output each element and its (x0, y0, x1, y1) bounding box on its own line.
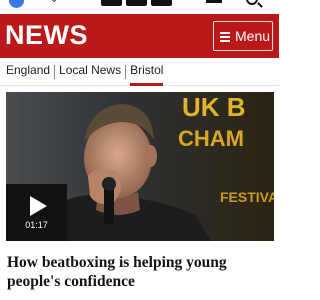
background-text-line: CHAM (178, 126, 244, 151)
breadcrumb-nav: England Local News Bristol (0, 58, 279, 86)
news-logo[interactable]: NEWS (5, 20, 88, 51)
nav-item-england[interactable]: England (6, 58, 54, 86)
nav-item-bristol[interactable]: Bristol (126, 58, 167, 86)
menu-button[interactable]: Menu (213, 21, 273, 51)
play-button[interactable]: 01:17 (6, 184, 67, 241)
article-headline[interactable]: How beatboxing is helping young people's… (7, 253, 273, 291)
hamburger-icon (220, 31, 230, 42)
background-text-line: FESTIVAL (220, 189, 274, 205)
search-icon[interactable] (246, 0, 258, 5)
nav-item-local-news[interactable]: Local News (55, 58, 125, 86)
play-icon (29, 195, 47, 216)
video-thumbnail[interactable]: UK B CHAM FESTIVAL 01:17 (6, 92, 274, 241)
status-block-icon (101, 0, 122, 6)
app-icon (9, 0, 24, 8)
status-dash (206, 0, 222, 3)
status-icons-group (101, 0, 172, 6)
background-text-line: UK B (182, 92, 246, 122)
status-block-icon (126, 0, 147, 6)
site-header: NEWS Menu (0, 14, 279, 58)
top-status-strip: ⌄ (0, 0, 279, 14)
chevron-icon: ⌄ (50, 0, 58, 5)
status-block-icon (151, 0, 172, 6)
menu-label: Menu (235, 28, 271, 44)
video-duration: 01:17 (25, 219, 48, 230)
